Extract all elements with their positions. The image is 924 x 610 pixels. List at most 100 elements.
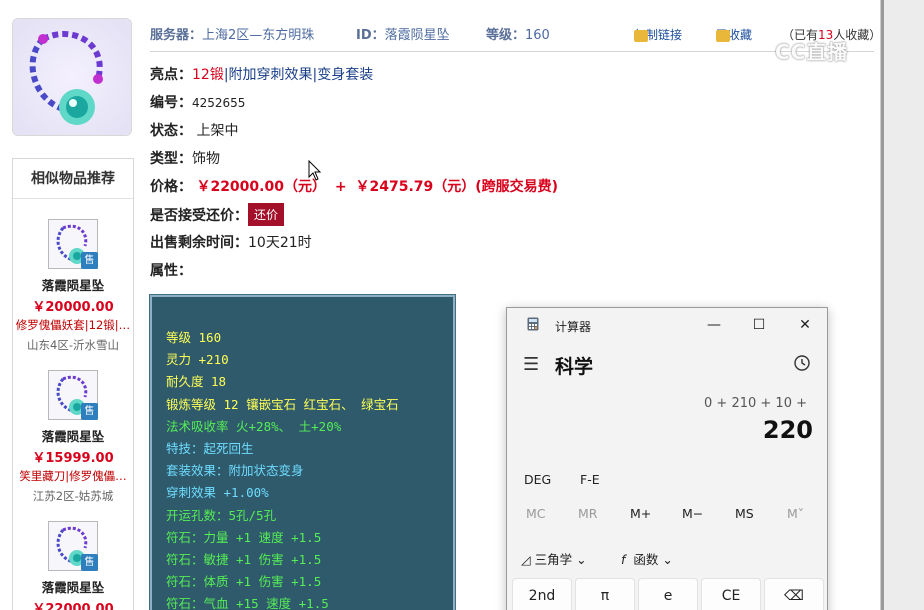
- attribute-line: 符石：体质 +1 伤害 +1.5: [166, 574, 322, 590]
- minimize-button[interactable]: —: [699, 314, 729, 336]
- price-label: 价格：: [150, 179, 192, 195]
- price-row: 价格： ￥22000.00（元） + ￥2475.79（元）(跨服交易费): [150, 176, 558, 196]
- attribute-line: 特技：起死回生: [166, 440, 254, 456]
- similar-items-title: 相似物品推荐: [13, 159, 133, 199]
- trigonometry-dropdown[interactable]: ◿ 三角学 ⌄: [521, 549, 587, 568]
- function-dropdown[interactable]: f 函数 ⌄: [621, 549, 673, 568]
- calculator-title: 计算器: [555, 320, 592, 334]
- menu-icon[interactable]: ☰: [523, 354, 539, 375]
- id-label: ID：: [356, 28, 385, 43]
- number-label: 编号：: [150, 95, 192, 111]
- close-button[interactable]: ✕: [790, 314, 820, 336]
- counter-offer-row: 是否接受还价： 还价: [150, 203, 285, 226]
- rec-item-thumb[interactable]: 售: [48, 219, 98, 269]
- chevron-down-icon: ⌄: [576, 552, 587, 567]
- type-row: 类型：饰物: [150, 148, 220, 168]
- watermark: CC直播: [775, 40, 849, 64]
- chevron-down-icon: ⌄: [662, 552, 673, 567]
- attribute-line: 开运孔数：5孔/5孔: [166, 507, 277, 523]
- attribute-line: 耐久度 18: [166, 374, 227, 390]
- trigonometry-label: 三角学: [534, 552, 573, 567]
- status-label: 状态：: [150, 123, 192, 139]
- attribute-line: 锻炼等级 12 镶嵌宝石 红宝石、 绿宝石: [166, 396, 399, 412]
- attributes-row: 属性：: [150, 260, 192, 280]
- price-plus: +: [334, 179, 347, 195]
- status-value: 上架中: [196, 123, 239, 139]
- maximize-button[interactable]: ☐: [744, 314, 774, 336]
- attribute-line: 符石：力量 +1 速度 +1.5: [166, 529, 322, 545]
- second-function-key[interactable]: 2nd: [512, 578, 572, 610]
- rec-item-thumb[interactable]: 售: [48, 521, 98, 571]
- angle-mode-button[interactable]: DEG: [524, 472, 551, 487]
- clear-entry-key[interactable]: CE: [701, 578, 761, 610]
- time-left-row: 出售剩余时间：10天21时: [150, 232, 312, 252]
- similar-items-panel: 相似物品推荐 售 落霞陨星坠 ￥20000.00 修罗傀儡妖套|12锻|… 山东…: [12, 158, 134, 610]
- highlights-label: 亮点：: [150, 67, 192, 83]
- attribute-line: 灵力 +210: [166, 352, 229, 368]
- pi-key[interactable]: π: [575, 578, 635, 610]
- rec-item[interactable]: 售 落霞陨星坠 ￥15999.00 笑里藏刀|修罗傀儡… 江苏2区-姑苏城: [13, 370, 133, 504]
- rec-item-name[interactable]: 落霞陨星坠: [13, 275, 133, 294]
- function-label: 函数: [633, 552, 659, 567]
- sale-tag: 售: [81, 403, 98, 420]
- sale-tag: 售: [81, 252, 98, 269]
- memory-store-button[interactable]: MS: [735, 506, 754, 521]
- attribute-line: 法术吸收率 火+28%、 土+20%: [166, 418, 342, 434]
- rec-item-price: ￥15999.00: [32, 451, 114, 466]
- attribute-line: 符石：气血 +15 速度 +1.5: [166, 596, 329, 610]
- number-row: 编号：4252655: [150, 92, 245, 112]
- price-value: ￥22000.00（元）: [196, 179, 326, 195]
- memory-subtract-button[interactable]: M−: [682, 506, 703, 521]
- rec-item-highlight: 笑里藏刀|修罗傀儡…: [19, 469, 127, 483]
- attributes-label: 属性：: [150, 263, 192, 279]
- rec-item-thumb[interactable]: 售: [48, 370, 98, 420]
- rec-item-price: ￥22000.00: [32, 602, 114, 610]
- rec-item[interactable]: 售 落霞陨星坠 ￥20000.00 修罗傀儡妖套|12锻|… 山东4区-沂水雪山: [13, 219, 133, 353]
- calculator-expression: 0 + 210 + 10 +: [704, 396, 807, 411]
- memory-list-button[interactable]: M˅: [787, 506, 804, 521]
- attribute-line: 等级 160: [166, 330, 222, 345]
- item-image: [12, 18, 132, 136]
- attribute-line: 套装效果：附加状态变身: [166, 463, 304, 479]
- rec-item-name[interactable]: 落霞陨星坠: [13, 577, 133, 596]
- function-icon: f: [621, 552, 626, 567]
- scrollbar[interactable]: [881, 0, 884, 610]
- counter-offer-label: 是否接受还价：: [150, 208, 248, 224]
- memory-recall-button[interactable]: MR: [578, 506, 597, 521]
- highlight-1: 12锻: [192, 67, 224, 83]
- highlight-2: 附加穿刺效果: [228, 67, 313, 83]
- server-info: 服务器：上海2区—东方明珠: [150, 24, 314, 43]
- backspace-key[interactable]: ⌫: [764, 578, 824, 610]
- favorite-button[interactable]: 已收藏: [716, 26, 752, 43]
- fe-button[interactable]: F-E: [580, 472, 600, 487]
- id-info: ID：落霞陨星坠: [356, 24, 450, 43]
- level-label: 等级：: [486, 28, 526, 43]
- mouse-cursor-icon: [308, 160, 322, 181]
- triangle-icon: ◿: [521, 552, 531, 567]
- server-label: 服务器：: [150, 28, 203, 43]
- history-icon[interactable]: [793, 354, 811, 372]
- memory-add-button[interactable]: M+: [630, 506, 651, 521]
- server-value: 上海2区—东方明珠: [202, 28, 315, 43]
- copy-link-button[interactable]: 复制链接: [634, 26, 682, 43]
- counter-offer-button[interactable]: 还价: [248, 203, 285, 226]
- star-icon: [716, 30, 730, 42]
- id-value: 落霞陨星坠: [384, 28, 450, 43]
- rec-item[interactable]: 售 落霞陨星坠 ￥22000.00: [13, 521, 133, 610]
- type-value: 饰物: [192, 151, 220, 167]
- memory-clear-button[interactable]: MC: [526, 506, 546, 521]
- rec-item-name[interactable]: 落霞陨星坠: [13, 426, 133, 445]
- calculator-window: 计算器 — ☐ ✕ ☰ 科学 0 + 210 + 10 + 220 DEG F-…: [506, 307, 828, 610]
- e-key[interactable]: e: [638, 578, 698, 610]
- highlights-row: 亮点：12锻|附加穿刺效果|变身套装: [150, 67, 374, 83]
- cross-server-fee: ￥2475.79（元）(跨服交易费): [355, 179, 559, 195]
- rec-item-price: ￥20000.00: [32, 300, 114, 315]
- number-value: 4252655: [192, 96, 246, 110]
- calculator-mode: 科学: [555, 356, 594, 378]
- type-label: 类型：: [150, 151, 192, 167]
- calculator-app-icon: [527, 317, 539, 331]
- attribute-line: 符石：敏捷 +1 伤害 +1.5: [166, 551, 322, 567]
- time-left-label: 出售剩余时间：: [150, 235, 248, 251]
- rec-item-highlight: 修罗傀儡妖套|12锻|…: [15, 318, 131, 332]
- status-row: 状态： 上架中: [150, 120, 238, 140]
